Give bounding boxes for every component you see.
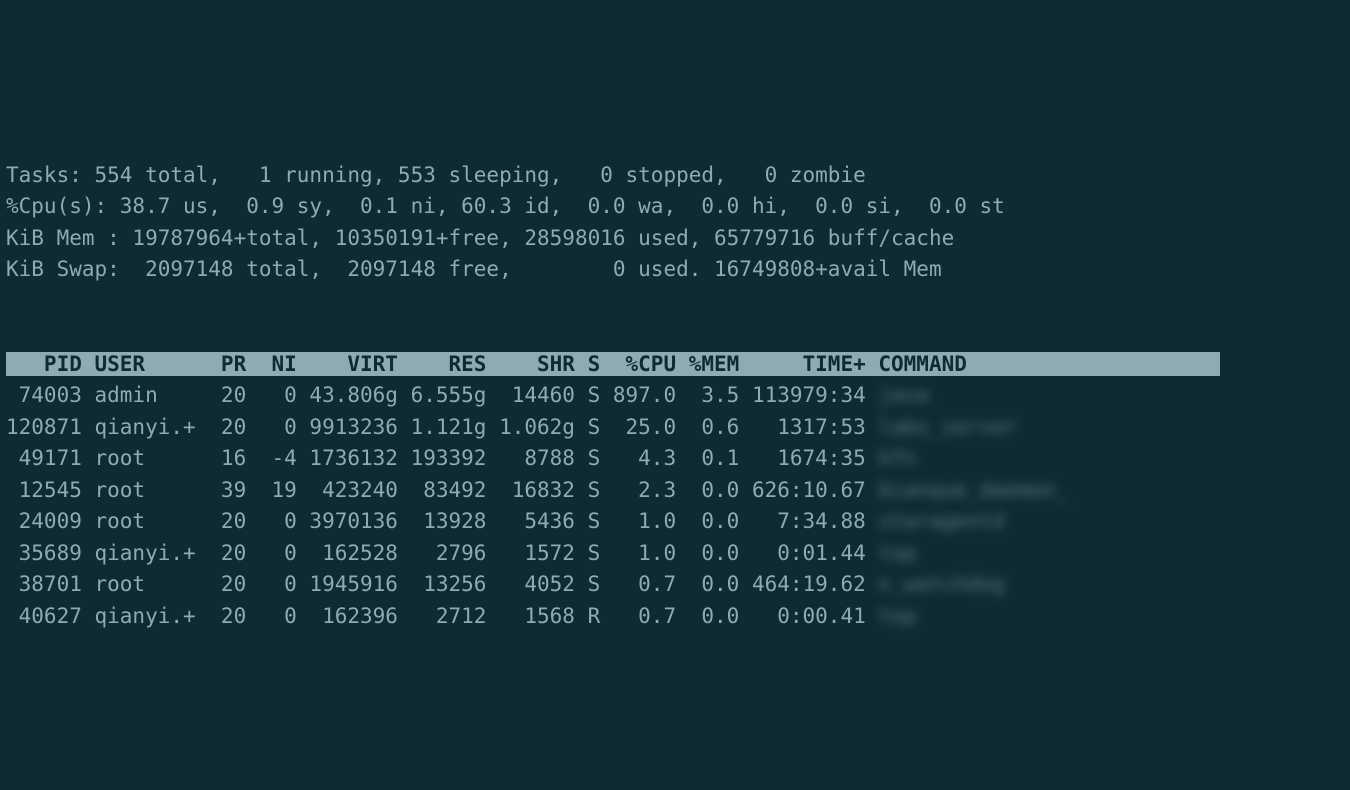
command-cell: top	[878, 604, 916, 628]
row-values: 74003 admin 20 0 43.806g 6.555g 14460 S …	[6, 383, 878, 407]
table-row[interactable]: 38701 root 20 0 1945916 13256 4052 S 0.7…	[6, 569, 1344, 601]
table-row[interactable]: 24009 root 20 0 3970136 13928 5436 S 1.0…	[6, 506, 1344, 538]
row-values: 49171 root 16 -4 1736132 193392 8788 S 4…	[6, 446, 878, 470]
cpu-line: %Cpu(s): 38.7 us, 0.9 sy, 0.1 ni, 60.3 i…	[6, 194, 1005, 218]
summary-section: Tasks: 554 total, 1 running, 553 sleepin…	[6, 128, 1344, 286]
command-cell: n_watchdog	[878, 572, 1004, 596]
row-values: 35689 qianyi.+ 20 0 162528 2796 1572 S 1…	[6, 541, 878, 565]
mem-line: KiB Mem : 19787964+total, 10350191+free,…	[6, 226, 954, 250]
swap-line: KiB Swap: 2097148 total, 2097148 free, 0…	[6, 257, 942, 281]
command-cell: staragentd	[878, 509, 1004, 533]
command-cell: java	[878, 383, 929, 407]
command-cell: bianque_daemon_	[878, 478, 1068, 502]
command-cell: top	[878, 541, 916, 565]
table-row[interactable]: 40627 qianyi.+ 20 0 162396 2712 1568 R 0…	[6, 601, 1344, 633]
table-row[interactable]: 49171 root 16 -4 1736132 193392 8788 S 4…	[6, 443, 1344, 475]
table-row[interactable]: 12545 root 39 19 423240 83492 16832 S 2.…	[6, 475, 1344, 507]
row-values: 40627 qianyi.+ 20 0 162396 2712 1568 R 0…	[6, 604, 878, 628]
column-header-row[interactable]: PID USER PR NI VIRT RES SHR S %CPU %MEM …	[6, 352, 1220, 376]
blank-line	[6, 320, 19, 344]
command-cell: labs_server	[878, 415, 1017, 439]
row-values: 12545 root 39 19 423240 83492 16832 S 2.…	[6, 478, 878, 502]
command-cell: kfn	[878, 446, 916, 470]
row-values: 24009 root 20 0 3970136 13928 5436 S 1.0…	[6, 509, 878, 533]
table-row[interactable]: 120871 qianyi.+ 20 0 9913236 1.121g 1.06…	[6, 412, 1344, 444]
row-values: 38701 root 20 0 1945916 13256 4052 S 0.7…	[6, 572, 878, 596]
row-values: 120871 qianyi.+ 20 0 9913236 1.121g 1.06…	[6, 415, 878, 439]
table-row[interactable]: 74003 admin 20 0 43.806g 6.555g 14460 S …	[6, 380, 1344, 412]
tasks-line: Tasks: 554 total, 1 running, 553 sleepin…	[6, 163, 866, 187]
process-list: 74003 admin 20 0 43.806g 6.555g 14460 S …	[6, 380, 1344, 632]
table-row[interactable]: 35689 qianyi.+ 20 0 162528 2796 1572 S 1…	[6, 538, 1344, 570]
